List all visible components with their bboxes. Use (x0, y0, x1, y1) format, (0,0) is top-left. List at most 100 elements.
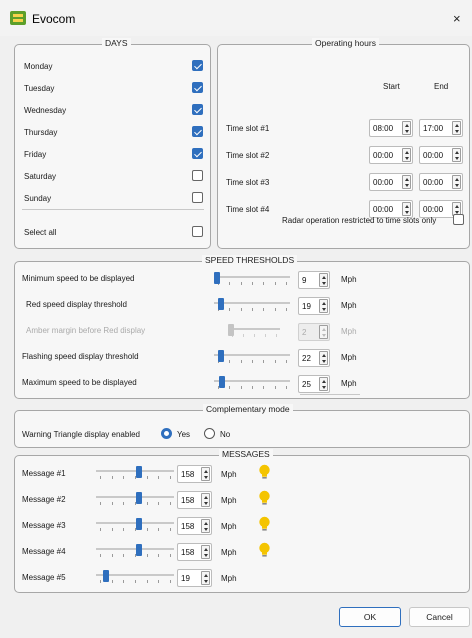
message-value-arrows[interactable] (201, 493, 210, 507)
time-slot-start-value: 00:00 (373, 151, 394, 160)
message-slider-track (96, 522, 174, 524)
threshold-slider[interactable] (214, 350, 290, 366)
message-unit: Mph (221, 574, 237, 583)
message-slider[interactable] (96, 518, 174, 534)
threshold-slider-thumb[interactable] (214, 272, 220, 284)
select-all-checkbox[interactable] (192, 226, 203, 237)
threshold-slider-track (228, 328, 280, 330)
threshold-value-value: 9 (302, 276, 307, 285)
time-slot-start-arrows[interactable] (402, 121, 411, 135)
time-slot-label: Time slot #3 (226, 178, 270, 187)
threshold-value-arrows[interactable] (319, 377, 328, 391)
message-value[interactable]: 158 (177, 491, 212, 509)
threshold-value[interactable]: 19 (298, 297, 330, 315)
message-slider-thumb[interactable] (103, 570, 109, 582)
time-slot-end[interactable]: 00:00 (419, 173, 463, 191)
threshold-value[interactable]: 25 (298, 375, 330, 393)
evocom-app-icon (10, 11, 26, 25)
slider-tick (100, 580, 101, 583)
close-icon[interactable]: × (453, 11, 461, 26)
message-value-arrows[interactable] (201, 545, 210, 559)
lightbulb-icon (258, 516, 271, 532)
threshold-unit: Mph (341, 327, 357, 336)
threshold-slider[interactable] (214, 298, 290, 314)
slider-tick (170, 502, 171, 505)
threshold-slider-thumb[interactable] (218, 350, 224, 362)
threshold-value-value: 19 (302, 302, 311, 311)
slider-tick (286, 386, 287, 389)
day-checkbox-wednesday[interactable] (192, 104, 203, 115)
message-label: Message #3 (22, 521, 66, 530)
message-slider-thumb[interactable] (136, 492, 142, 504)
day-checkbox-friday[interactable] (192, 148, 203, 159)
time-slot-end-arrows[interactable] (452, 148, 461, 162)
day-checkbox-saturday[interactable] (192, 170, 203, 181)
slider-tick (275, 360, 276, 363)
threshold-slider[interactable] (214, 376, 290, 392)
threshold-value-arrows[interactable] (319, 273, 328, 287)
message-unit: Mph (221, 548, 237, 557)
time-slot-start[interactable]: 00:00 (369, 173, 413, 191)
threshold-slider-thumb[interactable] (218, 298, 224, 310)
threshold-slider-ticks (214, 308, 290, 311)
message-value[interactable]: 19 (177, 569, 212, 587)
slider-tick (100, 476, 101, 479)
message-slider[interactable] (96, 544, 174, 560)
lightbulb-icon (258, 464, 271, 480)
slider-tick (252, 360, 253, 363)
message-slider-thumb[interactable] (136, 518, 142, 530)
message-slider[interactable] (96, 570, 174, 586)
time-slot-start-arrows[interactable] (402, 202, 411, 216)
message-value[interactable]: 158 (177, 543, 212, 561)
time-slot-start-arrows[interactable] (402, 148, 411, 162)
slider-tick (254, 334, 255, 337)
day-checkbox-sunday[interactable] (192, 192, 203, 203)
time-slot-start-arrows[interactable] (402, 175, 411, 189)
threshold-slider-ticks (228, 334, 280, 337)
message-slider-ticks (96, 502, 174, 505)
message-value[interactable]: 158 (177, 517, 212, 535)
time-slot-end-arrows[interactable] (452, 121, 461, 135)
day-checkbox-monday[interactable] (192, 60, 203, 71)
message-label: Message #5 (22, 573, 66, 582)
message-slider-thumb[interactable] (136, 544, 142, 556)
slider-tick (147, 502, 148, 505)
slider-tick (123, 528, 124, 531)
message-value-arrows[interactable] (201, 467, 210, 481)
threshold-value-value: 22 (302, 354, 311, 363)
threshold-label: Amber margin before Red display (26, 326, 146, 335)
ok-button[interactable]: OK (339, 607, 401, 627)
threshold-value[interactable]: 9 (298, 271, 330, 289)
threshold-value[interactable]: 22 (298, 349, 330, 367)
time-slot-end[interactable]: 00:00 (419, 146, 463, 164)
warning-yes-radio[interactable] (161, 428, 172, 439)
slider-tick (229, 282, 230, 285)
day-checkbox-tuesday[interactable] (192, 82, 203, 93)
time-slot-label: Time slot #1 (226, 124, 270, 133)
time-slot-start[interactable]: 08:00 (369, 119, 413, 137)
slider-tick (252, 308, 253, 311)
time-slot-end-arrows[interactable] (452, 175, 461, 189)
threshold-slider[interactable] (214, 272, 290, 288)
cancel-button[interactable]: Cancel (409, 607, 470, 627)
message-value-arrows[interactable] (201, 519, 210, 533)
day-label-monday: Monday (24, 62, 53, 71)
message-slider-thumb[interactable] (136, 466, 142, 478)
radar-restriction-checkbox[interactable] (453, 214, 464, 225)
message-value-arrows[interactable] (201, 571, 210, 585)
day-checkbox-thursday[interactable] (192, 126, 203, 137)
time-slot-end[interactable]: 17:00 (419, 119, 463, 137)
message-value[interactable]: 158 (177, 465, 212, 483)
threshold-value-arrows[interactable] (319, 299, 328, 313)
threshold-value-arrows[interactable] (319, 351, 328, 365)
message-slider[interactable] (96, 492, 174, 508)
slider-tick (100, 502, 101, 505)
slider-tick (263, 360, 264, 363)
slider-tick (123, 476, 124, 479)
time-slot-start[interactable]: 00:00 (369, 146, 413, 164)
message-slider[interactable] (96, 466, 174, 482)
warning-no-radio[interactable] (204, 428, 215, 439)
threshold-slider-thumb[interactable] (219, 376, 225, 388)
threshold-value-arrows (319, 325, 328, 339)
slider-tick (170, 476, 171, 479)
